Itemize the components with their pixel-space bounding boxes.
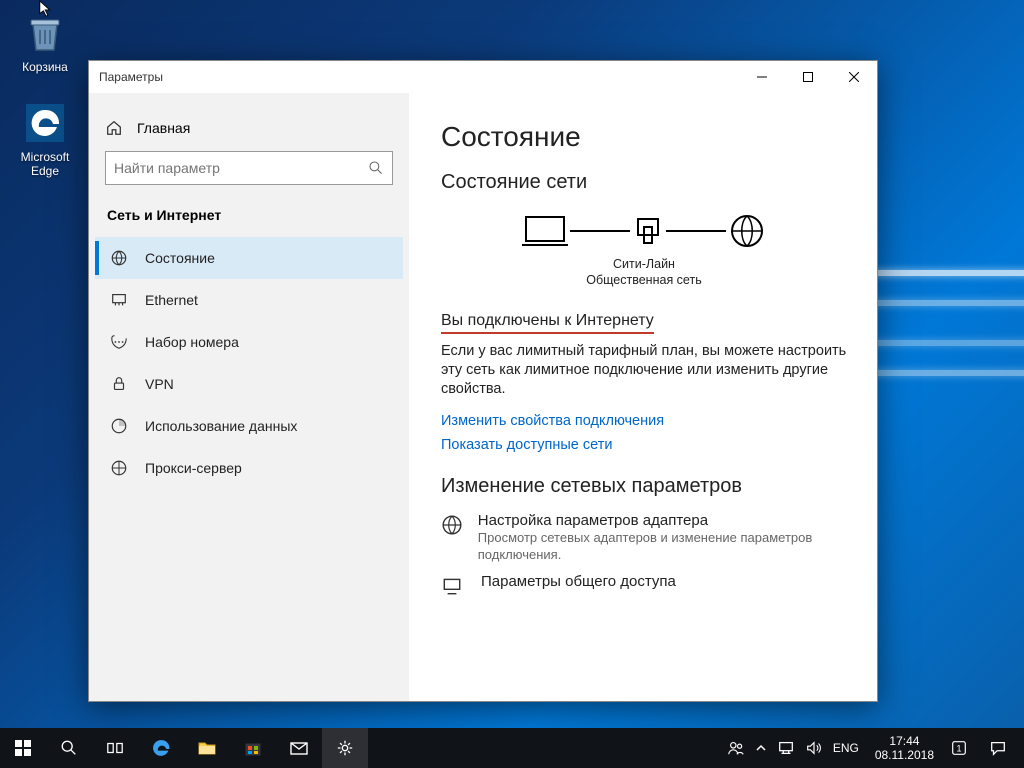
sidebar-item-dialup[interactable]: Набор номера (95, 321, 403, 363)
option-desc: Просмотр сетевых адаптеров и изменение п… (478, 529, 847, 563)
store-icon (244, 739, 262, 757)
settings-window: Параметры Главная (88, 60, 878, 702)
clock-date: 08.11.2018 (875, 748, 934, 762)
volume-icon (805, 739, 823, 757)
option-sharing-settings[interactable]: Параметры общего доступа (441, 573, 847, 597)
router-icon (632, 213, 664, 249)
recycle-bin-icon (24, 12, 66, 54)
tray-volume[interactable] (805, 728, 823, 768)
adapter-icon (441, 512, 464, 563)
globe-icon (728, 212, 766, 250)
section-change-settings: Изменение сетевых параметров (441, 475, 847, 498)
edge-icon (24, 102, 66, 144)
folder-icon (197, 738, 217, 758)
chevron-up-icon (755, 742, 767, 754)
sidebar-category: Сеть и Интернет (95, 203, 403, 237)
tray-people[interactable] (727, 728, 745, 768)
sidebar-nav: Состояние Ethernet Набор номера (95, 237, 403, 489)
window-title: Параметры (89, 70, 163, 84)
link-connection-properties[interactable]: Изменить свойства подключения (441, 413, 847, 429)
search-icon (368, 160, 384, 176)
proxy-icon (109, 459, 129, 477)
action-center-icon (989, 739, 1007, 757)
tray-language[interactable]: ENG (833, 728, 859, 768)
titlebar[interactable]: Параметры (89, 61, 877, 93)
taskbar: ENG 17:44 08.11.2018 1 (0, 728, 1024, 768)
maximize-button[interactable] (785, 61, 831, 93)
tray-overflow[interactable] (755, 728, 767, 768)
taskbar-app-store[interactable] (230, 728, 276, 768)
sidebar-item-status[interactable]: Состояние (95, 237, 403, 279)
wallpaper-light (864, 260, 1024, 460)
ethernet-icon (109, 291, 129, 309)
close-button[interactable] (831, 61, 877, 93)
system-tray: ENG 17:44 08.11.2018 1 (727, 728, 1024, 768)
task-view-button[interactable] (92, 728, 138, 768)
edge-icon (150, 737, 172, 759)
desktop-icon-recycle-bin[interactable]: Корзина (8, 10, 82, 74)
search-field[interactable] (114, 160, 368, 176)
start-button[interactable] (0, 728, 46, 768)
taskbar-app-mail[interactable] (276, 728, 322, 768)
globe-icon (109, 249, 129, 267)
sidebar-item-label: Использование данных (145, 418, 297, 434)
sidebar-item-vpn[interactable]: VPN (95, 363, 403, 405)
desktop-icon-label: Корзина (8, 60, 82, 74)
taskbar-app-settings[interactable] (322, 728, 368, 768)
clock-time: 17:44 (875, 734, 934, 748)
tray-clock[interactable]: 17:44 08.11.2018 (869, 734, 940, 762)
taskbar-search[interactable] (46, 728, 92, 768)
tray-notification-badge[interactable]: 1 (950, 728, 968, 768)
option-title: Параметры общего доступа (481, 573, 676, 590)
network-diagram (441, 212, 847, 250)
connected-status: Вы подключены к Интернету (441, 312, 654, 334)
windows-icon (15, 740, 31, 756)
limited-plan-text: Если у вас лимитный тарифный план, вы мо… (441, 342, 847, 399)
svg-text:1: 1 (956, 744, 961, 754)
sidebar-item-proxy[interactable]: Прокси-сервер (95, 447, 403, 489)
minimize-button[interactable] (739, 61, 785, 93)
search-input[interactable] (105, 151, 393, 185)
sidebar-home-label: Главная (137, 120, 190, 136)
ethernet-icon (777, 739, 795, 757)
home-icon (105, 119, 123, 137)
data-usage-icon (109, 417, 129, 435)
gear-icon (336, 739, 354, 757)
sidebar-item-ethernet[interactable]: Ethernet (95, 279, 403, 321)
pc-icon (522, 213, 568, 249)
page-title: Состояние (441, 121, 847, 153)
dialup-icon (109, 333, 129, 351)
taskbar-app-explorer[interactable] (184, 728, 230, 768)
sidebar: Главная Сеть и Интернет Состоя (89, 93, 409, 701)
sidebar-item-label: VPN (145, 376, 174, 392)
sidebar-item-label: Состояние (145, 250, 215, 266)
taskbar-app-edge[interactable] (138, 728, 184, 768)
network-caption: Сити-Лайн Общественная сеть (441, 256, 847, 288)
network-type: Общественная сеть (441, 272, 847, 288)
sidebar-item-label: Набор номера (145, 334, 239, 350)
sidebar-item-label: Прокси-сервер (145, 460, 242, 476)
option-title: Настройка параметров адаптера (478, 512, 847, 529)
mail-icon (289, 738, 309, 758)
sidebar-item-datausage[interactable]: Использование данных (95, 405, 403, 447)
notification-badge-icon: 1 (950, 739, 968, 757)
taskview-icon (106, 739, 124, 757)
section-network-state: Состояние сети (441, 171, 847, 194)
network-name: Сити-Лайн (441, 256, 847, 272)
desktop-icon-edge[interactable]: Microsoft Edge (8, 100, 82, 178)
desktop-icon-label: Microsoft Edge (8, 150, 82, 178)
option-adapter-settings[interactable]: Настройка параметров адаптера Просмотр с… (441, 512, 847, 563)
people-icon (727, 739, 745, 757)
tray-network[interactable] (777, 728, 795, 768)
content-pane: Состояние Состояние сети (409, 93, 877, 701)
vpn-icon (109, 375, 129, 393)
sidebar-home[interactable]: Главная (95, 113, 403, 151)
search-icon (60, 739, 78, 757)
desktop: Корзина Microsoft Edge Параметры (0, 0, 1024, 768)
action-center-button[interactable] (978, 728, 1018, 768)
sidebar-item-label: Ethernet (145, 292, 198, 308)
link-available-networks[interactable]: Показать доступные сети (441, 437, 847, 453)
sharing-icon (441, 573, 467, 597)
